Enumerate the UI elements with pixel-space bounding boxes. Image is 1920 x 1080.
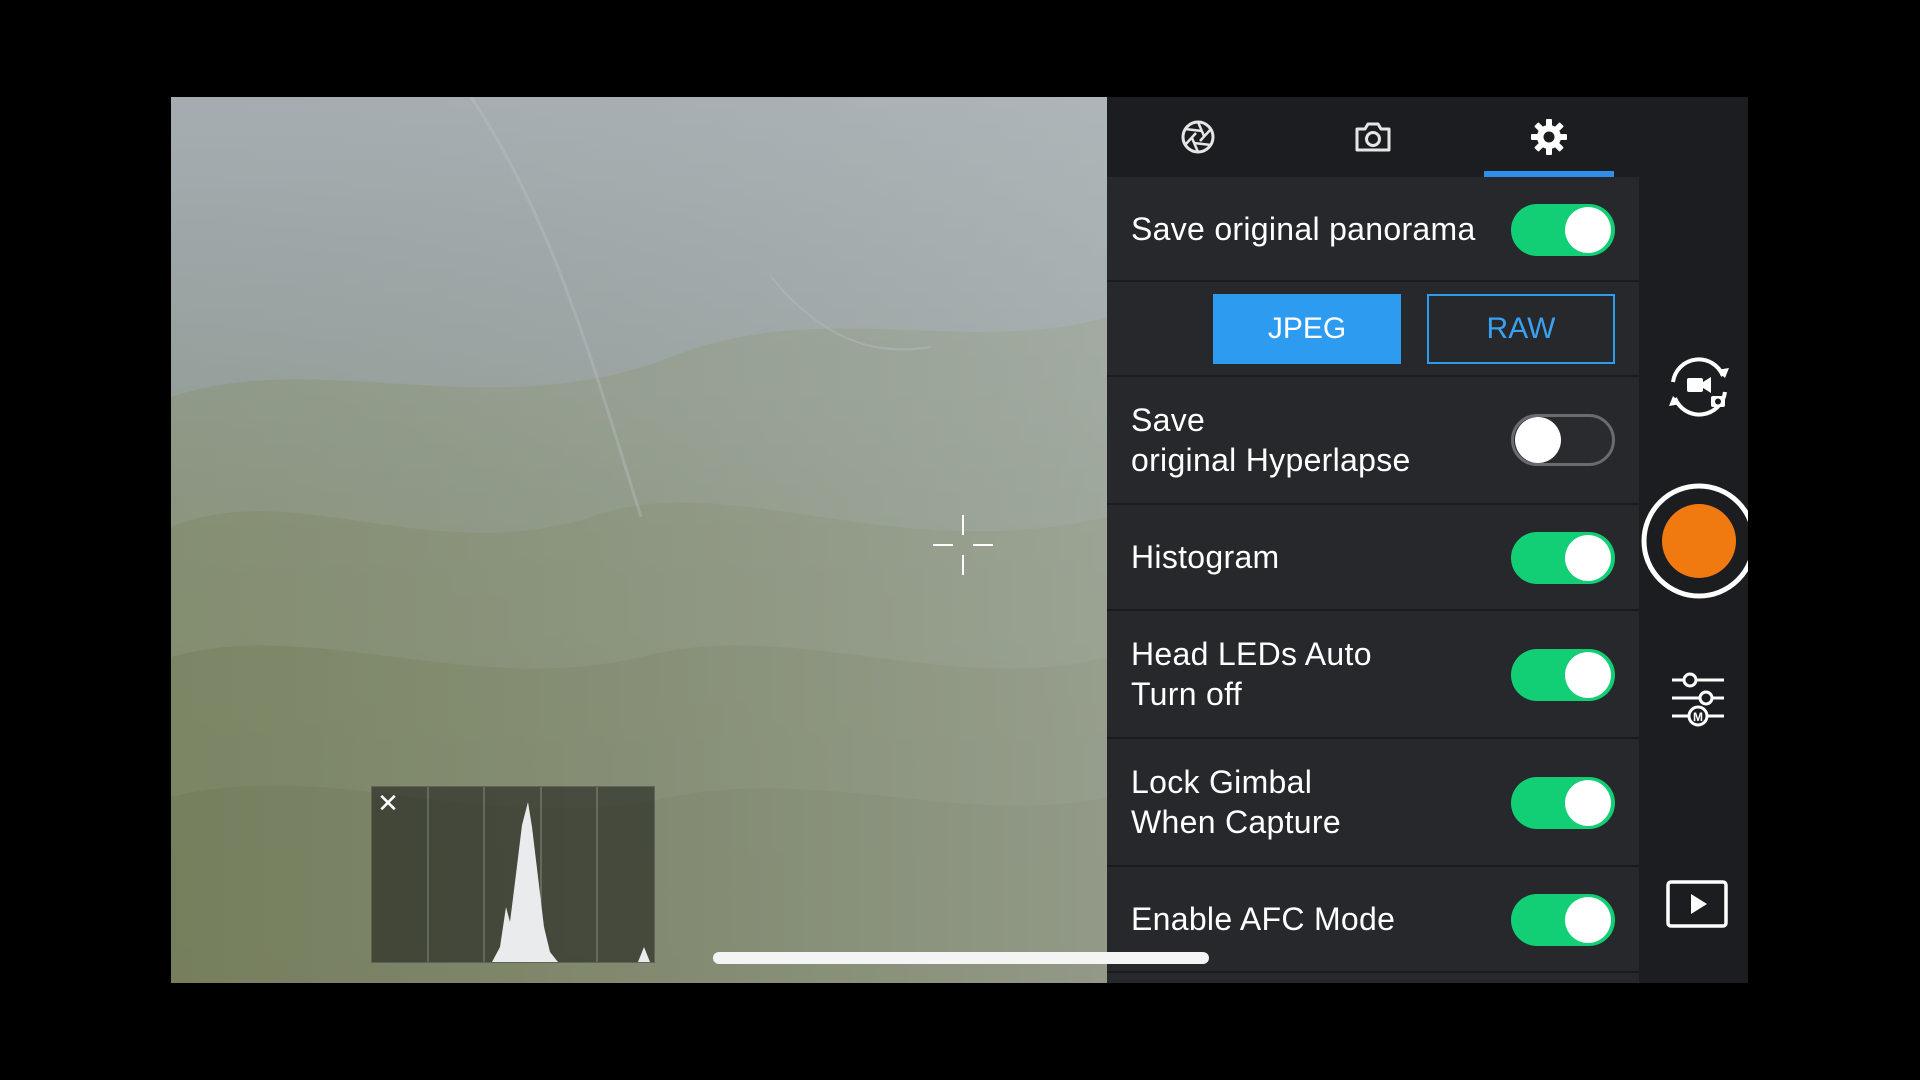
gear-icon <box>1531 119 1567 155</box>
svg-text:M: M <box>1693 710 1703 724</box>
label-line: original Hyperlapse <box>1131 442 1411 478</box>
afc-mode-toggle[interactable] <box>1511 894 1615 946</box>
histogram-graph <box>427 787 650 962</box>
setting-lock-gimbal: Lock Gimbal When Capture <box>1107 739 1639 867</box>
shutter-icon <box>1641 483 1748 599</box>
toggle-knob <box>1565 780 1611 826</box>
settings-panel: Save original panorama JPEG RAW Save orig… <box>1107 97 1639 983</box>
save-panorama-toggle[interactable] <box>1511 204 1615 256</box>
camera-icon <box>1355 122 1391 152</box>
setting-label: Head LEDs Auto Turn off <box>1131 611 1372 737</box>
label-line: Lock Gimbal <box>1131 764 1313 800</box>
home-indicator <box>713 952 1209 964</box>
tab-camera[interactable] <box>1308 97 1438 177</box>
save-hyperlapse-toggle[interactable] <box>1511 414 1615 466</box>
tab-settings[interactable] <box>1484 97 1614 177</box>
shutter-button[interactable] <box>1639 481 1748 601</box>
histogram-overlay: ✕ <box>371 786 655 963</box>
settings-tab-bar <box>1107 97 1639 177</box>
camera-viewport[interactable]: ✕ <box>171 97 1107 983</box>
setting-label: Save original panorama <box>1131 210 1476 247</box>
playback-icon <box>1666 880 1728 928</box>
setting-save-panorama: Save original panorama <box>1107 177 1639 282</box>
switch-mode-button[interactable] <box>1663 351 1735 423</box>
label-line: Head LEDs Auto <box>1131 636 1372 672</box>
raw-button[interactable]: RAW <box>1427 294 1615 364</box>
manual-settings-button[interactable]: M <box>1663 666 1733 734</box>
head-leds-toggle[interactable] <box>1511 649 1615 701</box>
label-line: When Capture <box>1131 804 1341 840</box>
setting-label: Histogram <box>1131 539 1280 575</box>
label-line: Save <box>1131 402 1206 438</box>
setting-save-hyperlapse: Save original Hyperlapse <box>1107 377 1639 505</box>
toggle-knob <box>1565 535 1611 581</box>
manual-settings-icon: M <box>1672 672 1724 727</box>
setting-label: Save original Hyperlapse <box>1131 377 1411 503</box>
toggle-knob <box>1565 897 1611 943</box>
crosshair-icon <box>933 515 993 575</box>
switch-camera-video-icon <box>1669 357 1729 417</box>
label-line: Turn off <box>1131 676 1242 712</box>
playback-button[interactable] <box>1663 877 1731 931</box>
toggle-knob <box>1515 417 1561 463</box>
app-frame: ✕ Save original panorama JPEG RAW Save o… <box>171 97 1748 983</box>
toggle-knob <box>1565 207 1611 253</box>
lock-gimbal-toggle[interactable] <box>1511 777 1615 829</box>
capture-controls: M <box>1639 97 1748 983</box>
toggle-knob <box>1565 652 1611 698</box>
setting-label: Lock Gimbal When Capture <box>1131 739 1341 865</box>
jpeg-button[interactable]: JPEG <box>1213 294 1401 364</box>
setting-head-leds: Head LEDs Auto Turn off <box>1107 611 1639 739</box>
setting-histogram: Histogram <box>1107 505 1639 611</box>
histogram-toggle[interactable] <box>1511 532 1615 584</box>
aperture-icon <box>1181 120 1215 154</box>
tab-aperture[interactable] <box>1133 97 1263 177</box>
